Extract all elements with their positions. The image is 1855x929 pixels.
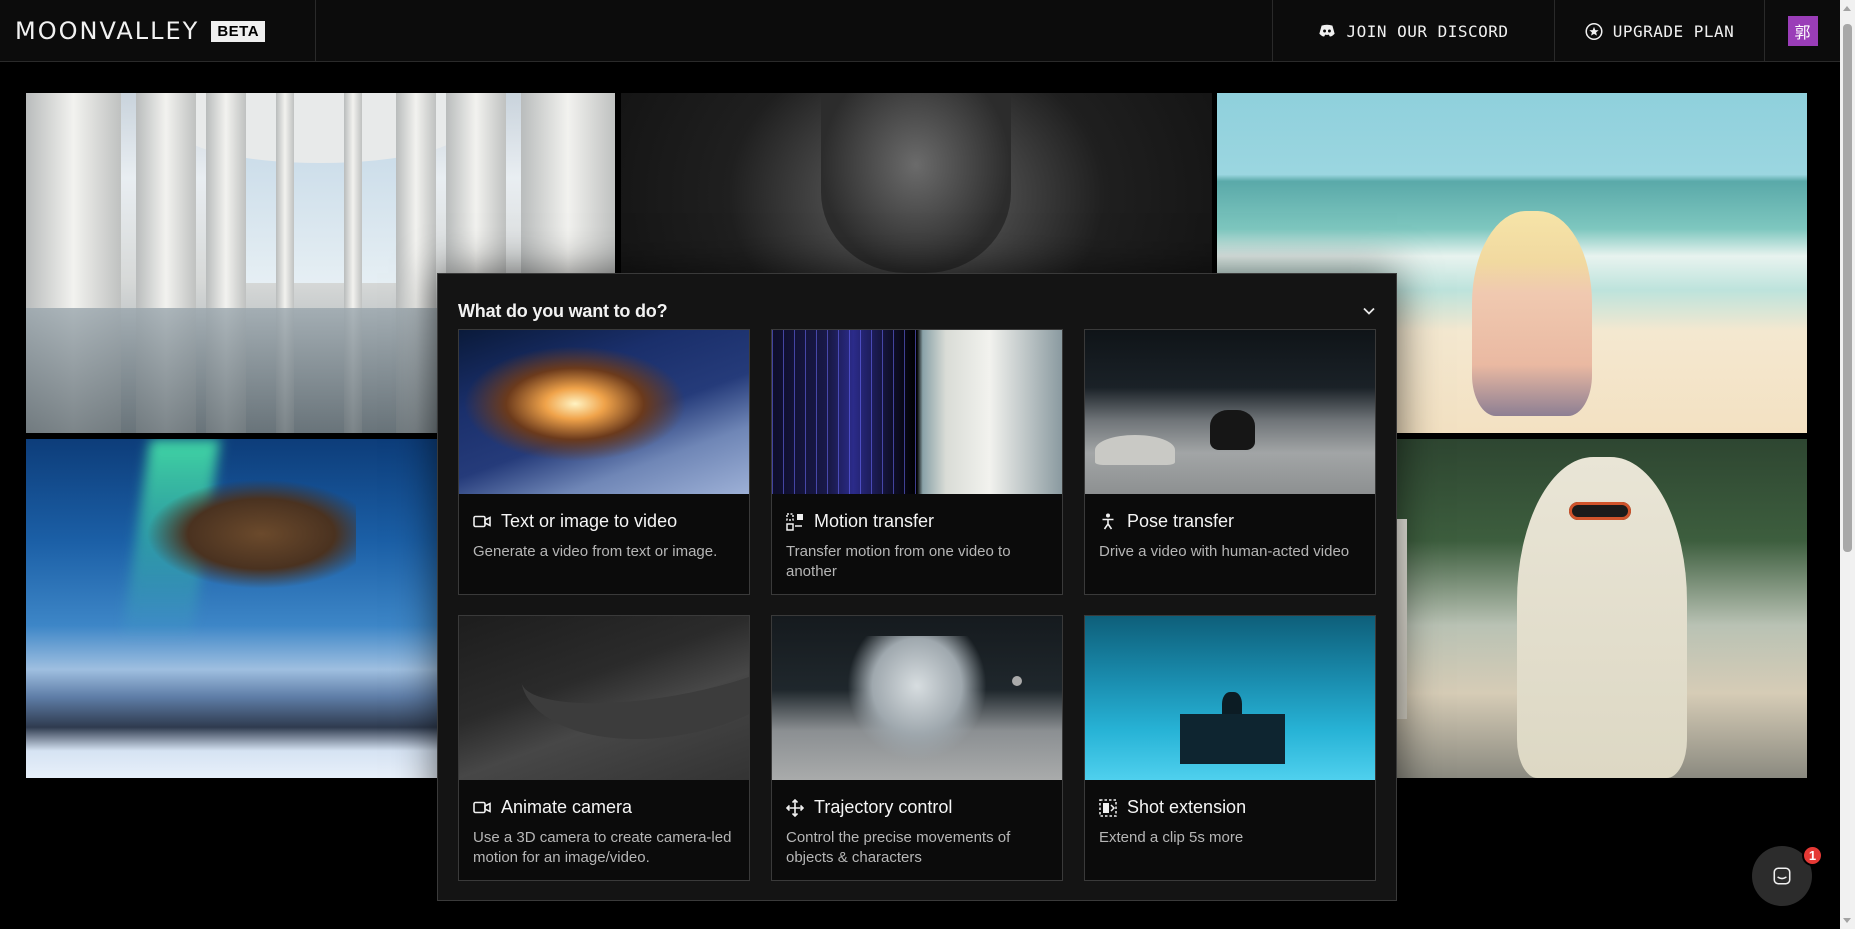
upgrade-plan-button[interactable]: UPGRADE PLAN bbox=[1554, 0, 1764, 62]
option-title: Motion transfer bbox=[814, 511, 935, 531]
option-text-or-image-to-video[interactable]: Text or image to video Generate a video … bbox=[458, 329, 750, 595]
top-navigation-bar: MOONVALLEY BETA JOIN OUR DISCORD UPGRADE… bbox=[0, 0, 1840, 62]
rock-arch bbox=[507, 616, 749, 761]
option-pose-transfer[interactable]: Pose transfer Drive a video with human-a… bbox=[1084, 329, 1376, 595]
scroll-down-arrow-icon[interactable] bbox=[1843, 918, 1851, 923]
what-to-do-dialog: What do you want to do? Text or image to… bbox=[437, 273, 1397, 901]
moon-chimp-thumbnail bbox=[1085, 330, 1375, 494]
chat-icon bbox=[1773, 867, 1791, 885]
portrait-face bbox=[821, 93, 1011, 273]
brand-logo[interactable]: MOONVALLEY BETA bbox=[0, 0, 316, 62]
underwater-room-thumbnail bbox=[1085, 616, 1375, 780]
option-description: Use a 3D camera to create camera-led mot… bbox=[473, 829, 732, 866]
option-description: Transfer motion from one video to anothe… bbox=[786, 543, 1011, 580]
chevron-down-icon[interactable] bbox=[1362, 304, 1376, 318]
upgrade-plan-label: UPGRADE PLAN bbox=[1612, 21, 1735, 41]
robot-visor bbox=[1569, 502, 1631, 520]
dialog-title: What do you want to do? bbox=[458, 300, 668, 321]
join-discord-button[interactable]: JOIN OUR DISCORD bbox=[1272, 0, 1554, 62]
eagle-figure bbox=[146, 479, 356, 589]
page-scrollbar[interactable] bbox=[1840, 0, 1855, 929]
bed-shape bbox=[1180, 714, 1285, 764]
user-menu[interactable]: 郭 bbox=[1764, 0, 1840, 62]
wireframe-grid bbox=[772, 330, 917, 494]
cliff-thumbnail bbox=[459, 616, 749, 780]
beta-badge: BETA bbox=[211, 20, 266, 42]
option-title: Pose transfer bbox=[1127, 511, 1235, 531]
horse-thumbnail bbox=[772, 616, 1062, 780]
horse-figure bbox=[847, 636, 987, 761]
discord-icon bbox=[1318, 22, 1336, 40]
option-animate-camera[interactable]: Animate camera Use a 3D camera to create… bbox=[458, 615, 750, 881]
dialog-header: What do you want to do? bbox=[458, 300, 1376, 322]
option-description: Generate a video from text or image. bbox=[473, 543, 718, 560]
avatar[interactable]: 郭 bbox=[1787, 16, 1818, 46]
video-camera-icon bbox=[473, 799, 491, 817]
moon-dot bbox=[1012, 676, 1022, 686]
star-circle-icon bbox=[1585, 22, 1603, 40]
motion-thumbnail bbox=[772, 330, 1062, 494]
move-arrows-icon bbox=[786, 798, 804, 817]
notification-badge: 1 bbox=[1802, 845, 1823, 866]
option-description: Drive a video with human-acted video bbox=[1099, 543, 1350, 560]
video-camera-icon bbox=[473, 513, 491, 531]
scroll-up-arrow-icon[interactable] bbox=[1843, 6, 1851, 11]
option-title: Animate camera bbox=[501, 797, 633, 817]
option-description: Control the precise movements of objects… bbox=[786, 829, 1011, 866]
person-pose-icon bbox=[1099, 513, 1117, 531]
shot-extension-icon bbox=[1099, 798, 1117, 817]
option-trajectory-control[interactable]: Trajectory control Control the precise m… bbox=[771, 615, 1063, 881]
brand-name: MOONVALLEY bbox=[15, 17, 200, 45]
option-title: Trajectory control bbox=[814, 797, 953, 817]
option-title: Text or image to video bbox=[501, 511, 678, 531]
galaxy-thumbnail bbox=[459, 330, 749, 494]
scrollbar-thumb[interactable] bbox=[1843, 24, 1852, 552]
option-motion-transfer[interactable]: Motion transfer Transfer motion from one… bbox=[771, 329, 1063, 595]
option-title: Shot extension bbox=[1127, 797, 1247, 817]
motion-transfer-icon bbox=[786, 512, 804, 531]
chimp-figure bbox=[1210, 410, 1255, 450]
join-discord-label: JOIN OUR DISCORD bbox=[1346, 21, 1509, 41]
seated-figure bbox=[1472, 211, 1592, 416]
option-description: Extend a clip 5s more bbox=[1099, 829, 1244, 846]
moon-rock bbox=[1095, 435, 1175, 465]
option-shot-extension[interactable]: Shot extension Extend a clip 5s more bbox=[1084, 615, 1376, 881]
